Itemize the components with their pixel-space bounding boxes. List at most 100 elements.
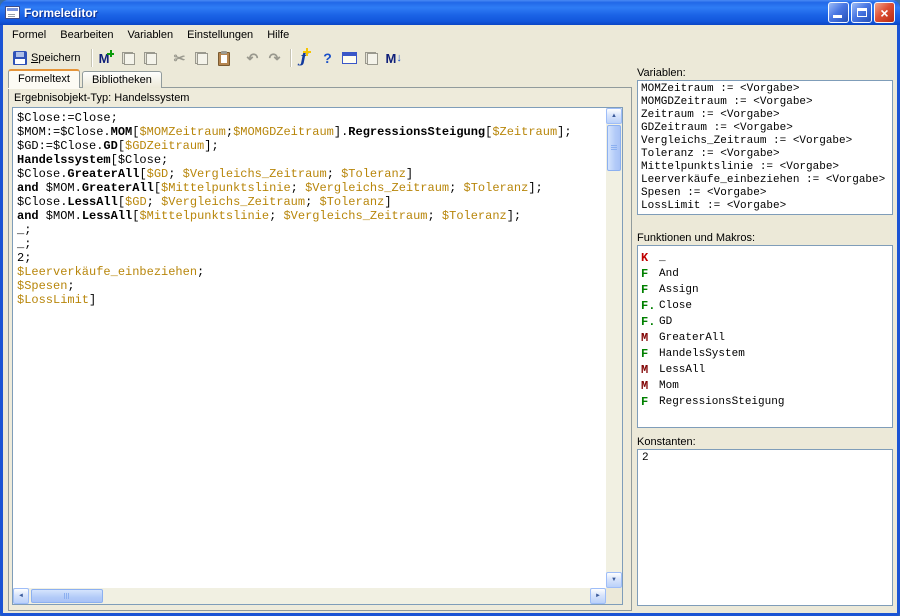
close-icon: × bbox=[880, 6, 888, 20]
toolbar-separator bbox=[91, 49, 92, 67]
scroll-down-button[interactable]: ▼ bbox=[606, 572, 622, 588]
menu-item-hilfe[interactable]: Hilfe bbox=[260, 26, 296, 44]
code-line: $Close.GreaterAll[$GD; $Vergleichs_Zeitr… bbox=[17, 167, 602, 181]
code-line: $Spesen; bbox=[17, 279, 602, 293]
constants-list[interactable]: 2 bbox=[637, 449, 893, 606]
variable-item[interactable]: Spesen := <Vorgabe> bbox=[641, 187, 889, 200]
right-arrow-icon: ► bbox=[595, 593, 601, 599]
function-label: Mom bbox=[659, 380, 679, 392]
client-area: FormelBearbeitenVariablenEinstellungenHi… bbox=[3, 25, 897, 613]
variable-item[interactable]: Zeitraum := <Vorgabe> bbox=[641, 109, 889, 122]
function-type-icon: M bbox=[641, 379, 659, 393]
variable-item[interactable]: GDZeitraum := <Vorgabe> bbox=[641, 122, 889, 135]
menu-item-variablen[interactable]: Variablen bbox=[120, 26, 180, 44]
function-label: GreaterAll bbox=[659, 332, 725, 344]
menu-item-formel[interactable]: Formel bbox=[5, 26, 53, 44]
function-item[interactable]: MGreaterAll bbox=[641, 330, 889, 346]
code-line: $GD:=$Close.GD[$GDZeitraum]; bbox=[17, 139, 602, 153]
plus-badge-icon bbox=[107, 50, 114, 57]
duplicate-formula-button[interactable] bbox=[140, 47, 162, 69]
function-label: Assign bbox=[659, 284, 699, 296]
constants-label: Konstanten: bbox=[637, 436, 696, 448]
save-button-label: Speichern bbox=[31, 52, 81, 64]
formula-editor[interactable]: $Close:=Close;$MOM:=$Close.MOM[$MOMZeitr… bbox=[12, 107, 623, 605]
paste-icon bbox=[218, 52, 230, 66]
insert-variable-button[interactable]: M bbox=[96, 47, 118, 69]
variable-item[interactable]: MOMGDZeitraum := <Vorgabe> bbox=[641, 96, 889, 109]
tab-formeltext[interactable]: Formeltext bbox=[8, 69, 80, 88]
down-arrow-icon: ↓ bbox=[396, 53, 402, 64]
function-label: And bbox=[659, 268, 679, 280]
function-type-icon: F. bbox=[641, 315, 659, 329]
function-label: RegressionsSteigung bbox=[659, 396, 784, 408]
code-line: _; bbox=[17, 223, 602, 237]
help-button[interactable]: ? bbox=[317, 47, 339, 69]
maximize-button[interactable] bbox=[851, 2, 872, 23]
function-item[interactable]: FHandelsSystem bbox=[641, 346, 889, 362]
window-controls: × bbox=[826, 2, 895, 23]
scroll-up-button[interactable]: ▲ bbox=[606, 108, 622, 124]
functions-list[interactable]: K_FAndFAssignF.CloseF.GDMGreaterAllFHand… bbox=[637, 245, 893, 428]
vertical-scrollbar[interactable]: ▲ ▼ bbox=[606, 108, 622, 588]
variable-item[interactable]: Vergleichs_Zeitraum := <Vorgabe> bbox=[641, 135, 889, 148]
cut-button[interactable]: ✂ bbox=[169, 47, 191, 69]
code-line: $MOM:=$Close.MOM[$MOMZeitraum;$MOMGDZeit… bbox=[17, 125, 602, 139]
toolbar: Speichern M ✂ ↶ ↷ ƒ ? bbox=[3, 45, 897, 71]
variable-item[interactable]: MOMZeitraum := <Vorgabe> bbox=[641, 83, 889, 96]
formula-window-button[interactable] bbox=[339, 47, 361, 69]
redo-button[interactable]: ↷ bbox=[264, 47, 286, 69]
duplicate-formula-icon bbox=[144, 52, 157, 65]
undo-icon: ↶ bbox=[247, 51, 259, 65]
function-type-icon: F bbox=[641, 267, 659, 281]
minimize-icon bbox=[833, 15, 842, 18]
code-line: $Close.LessAll[$GD; $Vergleichs_Zeitraum… bbox=[17, 195, 602, 209]
copy-button[interactable] bbox=[191, 47, 213, 69]
toolbar-separator bbox=[290, 49, 291, 67]
menu-item-einstellungen[interactable]: Einstellungen bbox=[180, 26, 260, 44]
titlebar: Formeleditor × bbox=[0, 0, 900, 25]
variable-manager-icon: M bbox=[386, 52, 397, 65]
function-item[interactable]: K_ bbox=[641, 250, 889, 266]
minimize-button[interactable] bbox=[828, 2, 849, 23]
function-item[interactable]: FAnd bbox=[641, 266, 889, 282]
variable-item[interactable]: Leerverkäufe_einbeziehen := <Vorgabe> bbox=[641, 174, 889, 187]
function-wizard-button[interactable]: ƒ bbox=[295, 47, 317, 69]
result-type-label: Ergebnisobjekt-Typ: Handelssystem bbox=[14, 92, 189, 104]
constant-item[interactable]: 2 bbox=[642, 452, 888, 465]
scroll-right-button[interactable]: ► bbox=[590, 588, 606, 604]
function-type-icon: M bbox=[641, 363, 659, 377]
scroll-left-button[interactable]: ◄ bbox=[13, 588, 29, 604]
check-formula-button[interactable] bbox=[361, 47, 383, 69]
function-label: LessAll bbox=[659, 364, 705, 376]
horizontal-scroll-thumb[interactable] bbox=[31, 589, 103, 603]
tab-bibliotheken[interactable]: Bibliotheken bbox=[82, 71, 162, 88]
function-item[interactable]: F.GD bbox=[641, 314, 889, 330]
app-icon bbox=[5, 6, 20, 19]
code-area[interactable]: $Close:=Close;$MOM:=$Close.MOM[$MOMZeitr… bbox=[14, 109, 605, 587]
variables-list[interactable]: MOMZeitraum := <Vorgabe>MOMGDZeitraum :=… bbox=[637, 80, 893, 215]
function-item[interactable]: FAssign bbox=[641, 282, 889, 298]
function-item[interactable]: MMom bbox=[641, 378, 889, 394]
paste-button[interactable] bbox=[213, 47, 235, 69]
tab-label: Bibliotheken bbox=[92, 74, 152, 86]
variable-item[interactable]: Toleranz := <Vorgabe> bbox=[641, 148, 889, 161]
variable-item[interactable]: LossLimit := <Vorgabe> bbox=[641, 200, 889, 213]
variable-item[interactable]: Mittelpunktslinie := <Vorgabe> bbox=[641, 161, 889, 174]
function-item[interactable]: F.Close bbox=[641, 298, 889, 314]
down-arrow-icon: ▼ bbox=[611, 577, 617, 583]
copy-formula-button[interactable] bbox=[118, 47, 140, 69]
variables-label: Variablen: bbox=[637, 67, 686, 79]
help-icon: ? bbox=[323, 51, 332, 65]
save-button[interactable]: Speichern bbox=[7, 47, 87, 69]
menu-item-bearbeiten[interactable]: Bearbeiten bbox=[53, 26, 120, 44]
vertical-scroll-thumb[interactable] bbox=[607, 125, 621, 171]
undo-button[interactable]: ↶ bbox=[242, 47, 264, 69]
function-item[interactable]: FRegressionsSteigung bbox=[641, 394, 889, 410]
variable-manager-button[interactable]: M ↓ bbox=[383, 47, 405, 69]
redo-icon: ↷ bbox=[269, 51, 281, 65]
formula-window-icon bbox=[342, 52, 357, 64]
up-arrow-icon: ▲ bbox=[611, 113, 617, 119]
horizontal-scrollbar[interactable]: ◄ ► bbox=[13, 588, 606, 604]
close-button[interactable]: × bbox=[874, 2, 895, 23]
function-item[interactable]: MLessAll bbox=[641, 362, 889, 378]
